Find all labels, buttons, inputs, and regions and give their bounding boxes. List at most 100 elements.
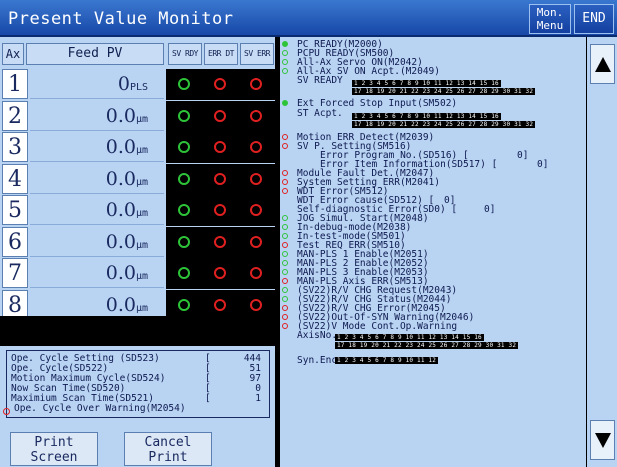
axis-row: 2 0.0μm xyxy=(2,100,275,133)
scroll-up-button[interactable] xyxy=(590,44,615,84)
status-label: Syn.Enc xyxy=(297,355,338,366)
feed-pv-value: 0.0μm xyxy=(30,132,164,162)
sv-rdy-lamp xyxy=(178,298,190,311)
status-lamps xyxy=(166,100,275,132)
feed-pv-value: 0PLS xyxy=(30,69,164,99)
axis-rows: 1 0PLS 2 0.0μm 3 0.0μm 4 0.0μm 5 0.0μm 6… xyxy=(2,69,275,321)
axis-number: 5 xyxy=(2,195,28,225)
status-lamp xyxy=(282,305,288,311)
sv-err-lamp xyxy=(250,78,262,90)
err-dt-lamp xyxy=(214,235,226,248)
status-label: Ext Forced Stop Input(SM502) xyxy=(297,98,458,109)
status-lamp xyxy=(282,323,288,329)
feed-pv-number: 0.0 xyxy=(105,293,136,316)
status-label: ST Acpt. xyxy=(297,108,343,119)
col-header-err-dt: ERR DT xyxy=(204,43,238,65)
monitor-menu-label-1: Mon. xyxy=(536,6,564,19)
monitor-menu-button[interactable]: Mon. Menu xyxy=(529,4,571,34)
sv-err-lamp xyxy=(250,141,262,153)
arrow-up-icon xyxy=(595,57,611,72)
err-dt-lamp xyxy=(214,267,226,279)
status-lamp xyxy=(282,170,288,176)
title-bar: Present Value Monitor Mon. Menu END xyxy=(0,0,617,37)
status-value: 0] xyxy=(517,150,529,161)
axis-number: 3 xyxy=(2,132,28,162)
end-button[interactable]: END xyxy=(574,4,614,34)
status-lamp xyxy=(282,233,288,239)
status-lamp xyxy=(282,188,288,194)
monitor-menu-label-2: Menu xyxy=(536,19,564,32)
status-lamp xyxy=(282,100,288,106)
feed-pv-unit: μm xyxy=(135,176,148,188)
sv-rdy-lamp xyxy=(178,141,190,153)
status-lamp xyxy=(282,224,288,230)
sv-err-lamp xyxy=(250,267,262,279)
axis-row: 3 0.0μm xyxy=(2,132,275,164)
feed-pv-unit: PLS xyxy=(129,82,148,93)
err-dt-lamp xyxy=(214,109,226,122)
err-dt-lamp xyxy=(214,172,226,185)
print-screen-button[interactable]: Print Screen xyxy=(10,432,98,466)
axis-row: 1 0PLS xyxy=(2,69,275,101)
status-lamp xyxy=(282,287,288,293)
axis-number: 7 xyxy=(2,258,28,288)
system-status-panel: PC READY(M2000) PCPU READY(SM500) All-Ax… xyxy=(278,37,586,467)
feed-pv-value: 0.0μm xyxy=(30,258,164,288)
status-lamps xyxy=(166,132,275,163)
sv-err-lamp xyxy=(250,204,262,216)
feed-pv-unit: μm xyxy=(135,302,148,314)
status-lamp xyxy=(282,50,288,56)
feed-pv-number: 0.0 xyxy=(105,136,136,158)
sv-rdy-lamp xyxy=(178,172,190,185)
col-header-sv-err: SV ERR xyxy=(240,43,274,65)
sv-rdy-lamp xyxy=(178,204,190,216)
status-lamp xyxy=(282,41,288,47)
print-label-1: Print xyxy=(34,435,74,450)
status-lamp xyxy=(282,278,288,284)
feed-pv-unit: μm xyxy=(135,208,148,219)
axis-row: 4 0.0μm xyxy=(2,163,275,196)
cancel-print-button[interactable]: Cancel Print xyxy=(124,432,212,466)
arrow-down-icon xyxy=(595,433,611,448)
feed-pv-unit: μm xyxy=(135,271,148,282)
status-lamp xyxy=(282,134,288,140)
status-lamps xyxy=(166,226,275,258)
status-lamp xyxy=(282,242,288,248)
scroll-down-button[interactable] xyxy=(590,420,615,460)
print-label-2: Screen xyxy=(30,450,78,465)
feed-pv-unit: μm xyxy=(135,239,148,251)
col-header-ax: Ax xyxy=(2,43,24,65)
status-lamps xyxy=(166,69,275,100)
feed-pv-number: 0.0 xyxy=(105,167,136,190)
status-label: AxisNo. xyxy=(297,330,338,341)
sv-err-lamp xyxy=(250,298,262,311)
status-lamp xyxy=(282,269,288,275)
st-acpt-bits-1: 1 2 3 4 5 6 7 8 9 10 11 12 13 14 15 16 xyxy=(352,113,501,120)
status-value: 0] xyxy=(484,204,496,215)
st-acpt-bits-2: 17 18 19 20 21 22 23 24 25 26 27 28 29 3… xyxy=(352,121,536,128)
feed-pv-value: 0.0μm xyxy=(30,226,164,257)
err-dt-lamp xyxy=(214,141,226,153)
feed-pv-value: 0.0μm xyxy=(30,195,164,225)
axis-no-bits-1: 1 2 3 4 5 6 7 8 9 10 11 12 13 14 15 16 xyxy=(335,334,484,341)
axis-row: 7 0.0μm xyxy=(2,258,275,290)
status-lamp xyxy=(282,260,288,266)
feed-pv-unit: μm xyxy=(135,113,148,125)
axis-row: 5 0.0μm xyxy=(2,195,275,227)
col-header-sv-rdy: SV RDY xyxy=(168,43,202,65)
status-lamp xyxy=(282,179,288,185)
scrollbar-track[interactable] xyxy=(587,37,617,467)
status-lamp xyxy=(282,59,288,65)
feed-pv-number: 0.0 xyxy=(105,262,136,284)
status-lamp xyxy=(282,68,288,74)
sv-err-lamp xyxy=(250,109,262,122)
status-lamps xyxy=(166,258,275,289)
status-lamps xyxy=(166,195,275,226)
sv-rdy-lamp xyxy=(178,235,190,248)
sv-rdy-lamp xyxy=(178,109,190,122)
cancel-label-2: Print xyxy=(148,450,188,465)
err-dt-lamp xyxy=(214,298,226,311)
err-dt-lamp xyxy=(214,204,226,216)
feed-pv-number: 0 xyxy=(117,73,130,95)
axis-row: 6 0.0μm xyxy=(2,226,275,259)
